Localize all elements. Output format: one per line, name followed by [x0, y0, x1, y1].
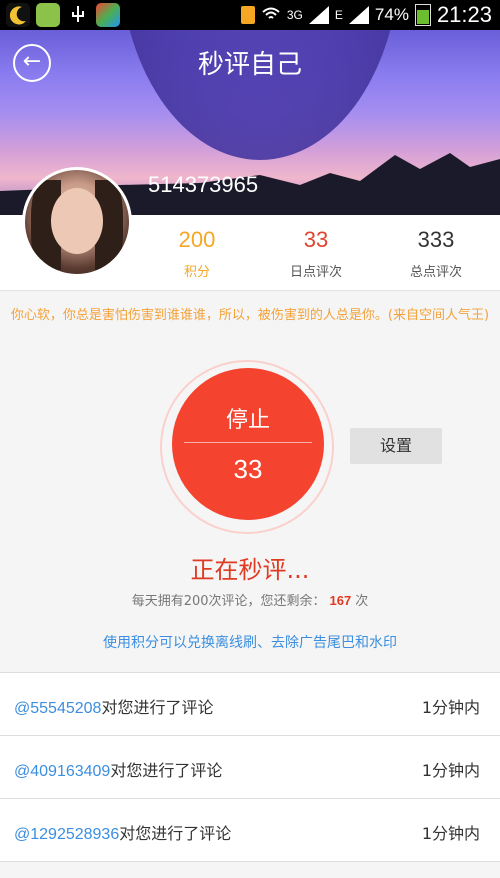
- remaining-suffix: 次: [355, 594, 369, 609]
- clock: 21:23: [436, 2, 492, 27]
- browser-icon: [96, 3, 120, 27]
- battery-icon: [414, 4, 431, 26]
- points-label: 积分: [183, 265, 210, 280]
- comment-time: 1分钟内: [421, 698, 480, 717]
- signal-icon: [308, 6, 329, 24]
- stop-button[interactable]: 停止 33: [172, 368, 324, 520]
- stat-total: 333 总点评次: [381, 215, 491, 280]
- comment-count: 33: [233, 454, 263, 484]
- list-item[interactable]: @55545208对您进行了评论 1分钟内: [0, 673, 500, 736]
- status-bar: 3G E 74% 21:23: [0, 0, 500, 30]
- stat-points: 200 积分: [142, 215, 252, 280]
- remaining-prefix: 每天拥有200次评论，您还剩余：: [131, 594, 326, 609]
- comment-uid[interactable]: @409163409: [14, 763, 110, 780]
- moon-icon: [6, 3, 30, 27]
- daily-value: 33: [303, 227, 329, 252]
- comment-action: 对您进行了评论: [110, 761, 223, 780]
- remaining-value: 167: [329, 593, 352, 608]
- list-item[interactable]: @409163409对您进行了评论 1分钟内: [0, 736, 500, 799]
- signal-label: E: [334, 8, 343, 22]
- comment-uid[interactable]: @1292528936: [14, 826, 119, 843]
- list-item[interactable]: @1292528936对您进行了评论 1分钟内: [0, 799, 500, 862]
- comment-action: 对您进行了评论: [101, 698, 214, 717]
- page-title: 秒评自己: [197, 50, 302, 80]
- battery-percent: 74%: [374, 5, 409, 24]
- comment-time: 1分钟内: [421, 761, 480, 780]
- stat-daily: 33 日点评次: [261, 215, 371, 280]
- notification-icons: [6, 3, 120, 27]
- usb-icon: [66, 3, 90, 27]
- avatar[interactable]: [22, 167, 132, 277]
- promo-link[interactable]: 使用积分可以兑换离线刷、去除广告尾巴和水印: [0, 632, 500, 652]
- points-value: 200: [178, 227, 216, 252]
- stop-divider: [184, 442, 312, 443]
- divider: [0, 290, 500, 291]
- comment-uid[interactable]: @55545208: [14, 700, 101, 717]
- user-id: 514373965: [148, 172, 259, 197]
- app-icon: [36, 3, 60, 27]
- total-value: 333: [417, 227, 455, 252]
- total-label: 总点评次: [409, 265, 462, 280]
- wifi-icon: [262, 7, 280, 19]
- motto-text: 你心软，你总是害怕伤害到谁谁谁，所以，被伤害到的人总是你。(来自空间人气王): [10, 308, 490, 323]
- comment-time: 1分钟内: [421, 824, 480, 843]
- comment-list: @55545208对您进行了评论 1分钟内 @409163409对您进行了评论 …: [0, 672, 500, 862]
- avatar-face: [51, 188, 103, 254]
- daily-label: 日点评次: [289, 265, 342, 280]
- settings-button[interactable]: 设置: [350, 428, 442, 464]
- comment-text: @409163409对您进行了评论: [14, 757, 222, 781]
- signal-icon-2: [348, 6, 369, 24]
- comment-text: @55545208对您进行了评论: [14, 694, 213, 718]
- network-type: 3G: [286, 8, 303, 22]
- comment-action: 对您进行了评论: [119, 824, 232, 843]
- remaining-info: 每天拥有200次评论，您还剩余： 167 次: [0, 590, 500, 609]
- running-status: 正在秒评...: [190, 556, 310, 584]
- comment-text: @1292528936对您进行了评论: [14, 820, 231, 844]
- sim-icon: [240, 6, 255, 24]
- system-status: 3G E 74% 21:23: [240, 0, 492, 30]
- stop-label: 停止: [225, 408, 270, 433]
